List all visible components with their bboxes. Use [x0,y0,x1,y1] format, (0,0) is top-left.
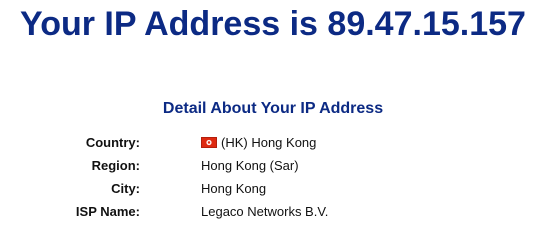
country-value-wrap: (HK) Hong Kong [201,135,316,150]
isp-name-value: Legaco Networks B.V. [201,204,329,219]
city-label: City: [111,181,140,196]
city-value: Hong Kong [201,181,267,196]
detail-row-country: Country: (HK) Hong Kong [0,132,546,155]
detail-row-city: City: Hong Kong [0,178,546,201]
details-heading: Detail About Your IP Address [162,100,384,117]
details-table: Country: (HK) Hong Kong Region: Hong Kon… [0,132,546,224]
ip-lookup-page: Your IP Address is 89.47.15.157 Detail A… [0,0,546,248]
page-title: Your IP Address is 89.47.15.157 [20,5,526,43]
hong-kong-flag-icon [201,137,217,148]
detail-row-region: Region: Hong Kong (Sar) [0,155,546,178]
region-value: Hong Kong (Sar) [201,158,299,173]
detail-row-isp: ISP Name: Legaco Networks B.V. [0,201,546,224]
country-label: Country: [85,135,140,150]
country-value: (HK) Hong Kong [221,135,317,150]
region-label: Region: [91,158,140,173]
isp-name-label: ISP Name: [75,204,140,219]
